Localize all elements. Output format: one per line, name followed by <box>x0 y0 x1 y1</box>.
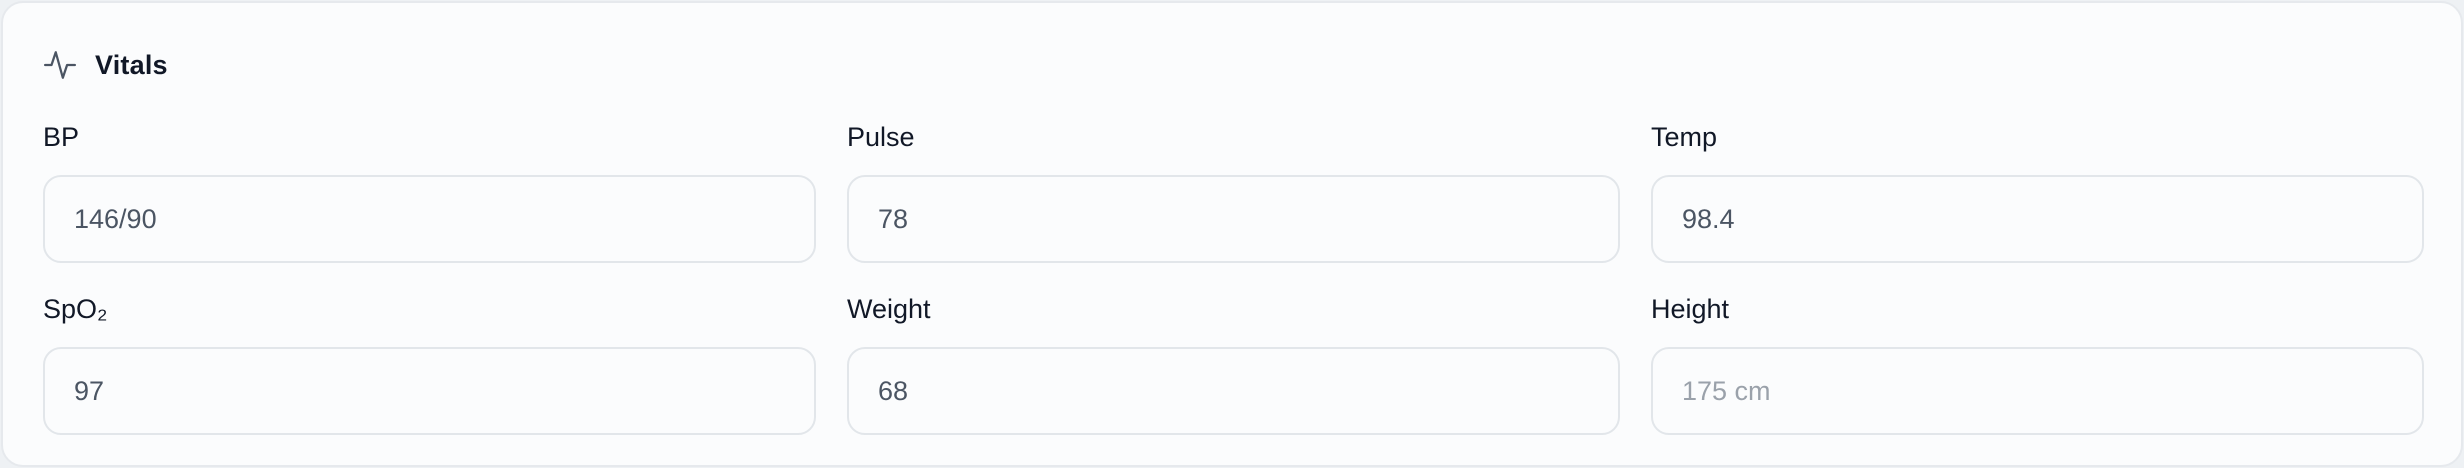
weight-input[interactable]: 68 <box>847 347 1620 435</box>
vitals-fields-grid: BP 146/90 Pulse 78 Temp 98.4 SpO₂ 97 Wei… <box>43 119 2427 463</box>
vitals-header: Vitals <box>43 47 168 83</box>
field-label-bp: BP <box>43 122 80 152</box>
activity-pulse-icon <box>43 48 77 82</box>
field-spo2: SpO₂ 97 <box>43 291 816 463</box>
spo2-input[interactable]: 97 <box>43 347 816 435</box>
field-temp: Temp 98.4 <box>1651 119 2424 291</box>
pulse-input[interactable]: 78 <box>847 175 1620 263</box>
height-input[interactable]: 175 cm <box>1651 347 2424 435</box>
field-label-weight: Weight <box>847 294 931 324</box>
field-label-pulse: Pulse <box>847 122 915 152</box>
vitals-card: Vitals BP 146/90 Pulse 78 Temp 98.4 SpO₂… <box>1 1 2463 467</box>
field-pulse: Pulse 78 <box>847 119 1620 291</box>
field-label-spo2: SpO₂ <box>43 294 108 324</box>
field-bp: BP 146/90 <box>43 119 816 291</box>
temp-input[interactable]: 98.4 <box>1651 175 2424 263</box>
field-height: Height 175 cm <box>1651 291 2424 463</box>
bp-input[interactable]: 146/90 <box>43 175 816 263</box>
field-label-temp: Temp <box>1651 122 1718 152</box>
section-title: Vitals <box>95 49 168 80</box>
field-label-height: Height <box>1651 294 1730 324</box>
field-weight: Weight 68 <box>847 291 1620 463</box>
